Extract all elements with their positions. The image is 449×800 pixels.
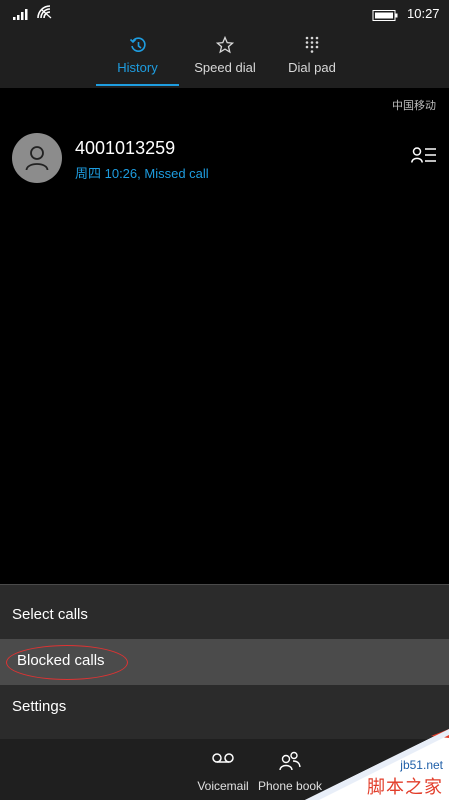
avatar	[12, 133, 62, 183]
menu-item-select-calls[interactable]: Select calls	[0, 593, 449, 639]
status-bar: 10:27	[0, 0, 449, 26]
watermark-name: 脚本之家	[367, 777, 443, 798]
tab-speed-dial[interactable]: Speed dial	[189, 26, 261, 88]
annotation-circle	[6, 645, 128, 680]
menu-item-label: Settings	[12, 698, 67, 715]
tab-dial-pad[interactable]: Dial pad	[280, 26, 344, 88]
app-menu: Select calls Blocked calls Settings	[0, 584, 449, 740]
history-icon	[129, 36, 147, 59]
pivot-tabs: History Speed dial Dial pad	[0, 26, 449, 88]
menu-item-settings[interactable]: Settings	[0, 685, 449, 731]
wifi-icon	[37, 5, 53, 24]
voicemail-icon	[212, 751, 234, 769]
tab-speed-dial-label: Speed dial	[194, 60, 256, 75]
call-detail: 周四 10:26, Missed call	[75, 166, 209, 181]
active-tab-indicator	[96, 84, 179, 86]
voicemail-button[interactable]: Voicemail	[192, 739, 254, 800]
dialpad-icon	[305, 36, 319, 59]
watermark-site: jb51.net	[400, 758, 443, 772]
menu-item-label: Select calls	[12, 606, 88, 623]
battery-icon	[372, 8, 398, 26]
status-time: 10:27	[407, 6, 440, 21]
menu-item-blocked-calls[interactable]: Blocked calls	[0, 639, 449, 685]
tab-history[interactable]: History	[96, 26, 179, 88]
person-icon	[25, 146, 49, 171]
star-icon	[215, 35, 235, 59]
contacts-icon	[279, 751, 301, 776]
call-number: 4001013259	[75, 138, 176, 158]
carrier-label: 中国移动	[392, 100, 436, 112]
signal-icon	[13, 7, 29, 25]
tab-dial-pad-label: Dial pad	[288, 60, 336, 75]
voicemail-label: Voicemail	[197, 779, 249, 793]
call-history-item[interactable]: 4001013259 周四 10:26, Missed call	[0, 128, 449, 188]
contact-card-icon[interactable]	[411, 146, 437, 169]
tab-history-label: History	[117, 60, 158, 75]
watermark: jb51.net 脚本之家	[305, 729, 449, 800]
